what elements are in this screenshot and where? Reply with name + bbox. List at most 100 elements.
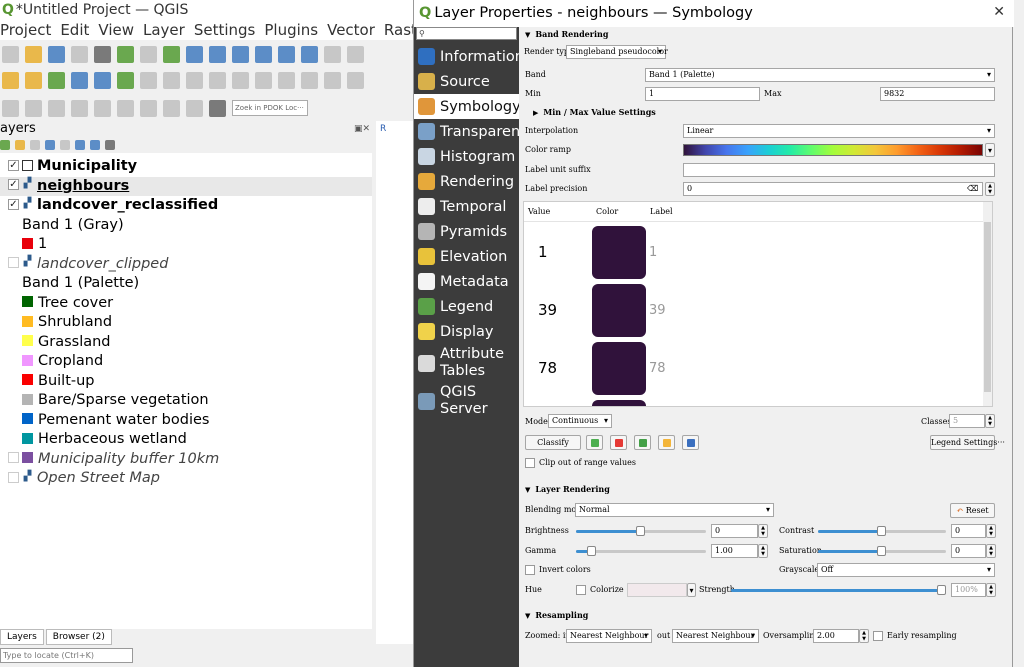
legend-settings-button[interactable]: Legend Settings··· [930, 435, 1005, 450]
slider-handle[interactable] [877, 546, 886, 556]
mode-select[interactable]: Continuous [548, 414, 612, 428]
colorize-color-button[interactable] [627, 583, 687, 597]
interpolation-select[interactable]: Linear [683, 124, 995, 138]
layer-row-open-street-map[interactable]: ▞ Open Street Map [0, 469, 372, 489]
save-edits-icon[interactable] [186, 71, 203, 89]
strength-spin[interactable]: ▲ ▼ [986, 583, 996, 597]
layer-row-landcover-reclassified[interactable]: ▞ landcover_reclassified [0, 196, 372, 216]
paste-feature-icon[interactable] [347, 71, 364, 89]
clear-icon[interactable]: ⌫ [967, 183, 978, 195]
sidebar-item-qgis-server[interactable]: QGIS Server [414, 382, 519, 420]
open-project-icon[interactable] [25, 45, 42, 63]
class-value[interactable]: 1 [538, 224, 548, 281]
sidebar-item-elevation[interactable]: Elevation [414, 244, 519, 269]
data-source-manager-icon[interactable] [2, 71, 19, 89]
contrast-input[interactable]: 0 [951, 524, 986, 538]
slider-handle[interactable] [877, 526, 886, 536]
colorize-checkbox[interactable] [576, 585, 586, 595]
filter-legend-icon[interactable] [45, 140, 55, 150]
layer-row-municipality-buffer[interactable]: Municipality buffer 10km [0, 450, 372, 470]
cut-feature-icon[interactable] [301, 71, 318, 89]
slider-handle[interactable] [636, 526, 645, 536]
saturation-input[interactable]: 0 [951, 544, 986, 558]
color-dropdown[interactable]: ▾ [687, 583, 696, 597]
sidebar-item-temporal[interactable]: Temporal [414, 194, 519, 219]
menu-view[interactable]: View [98, 20, 134, 40]
sidebar-search-input[interactable]: ⚲ [416, 27, 517, 40]
sidebar-item-pyramids[interactable]: Pyramids [414, 219, 519, 244]
menu-settings[interactable]: Settings [194, 20, 256, 40]
sidebar-item-rendering[interactable]: Rendering [414, 169, 519, 194]
pan-to-selection-icon[interactable] [163, 45, 180, 63]
strength-input[interactable]: 100% [951, 583, 986, 597]
panel-close-icon[interactable]: ▣✕ [354, 121, 370, 137]
classes-input[interactable]: 5 [949, 414, 985, 428]
slider-handle[interactable] [937, 585, 946, 595]
style-panel-icon[interactable] [0, 140, 10, 150]
oversampling-spin[interactable]: ▲ ▼ [859, 629, 869, 643]
classes-spin[interactable]: ▲ ▼ [985, 414, 995, 428]
move-feature-icon[interactable] [255, 71, 272, 89]
saturation-slider[interactable] [818, 544, 946, 558]
sidebar-item-information[interactable]: Information [414, 44, 519, 69]
load-colormap-button[interactable] [658, 435, 675, 450]
band-select[interactable]: Band 1 (Palette) [645, 68, 995, 82]
select-by-value-icon[interactable] [48, 99, 65, 117]
menu-vector[interactable]: Vector [327, 20, 375, 40]
zoom-next-icon[interactable] [347, 45, 364, 63]
brightness-spin[interactable]: ▲ ▼ [758, 524, 768, 538]
layer-row-municipality[interactable]: Municipality [0, 157, 372, 177]
reverse-values-button[interactable] [634, 435, 651, 450]
layer-visibility-checkbox[interactable] [8, 179, 19, 190]
zoom-last-icon[interactable] [324, 45, 341, 63]
copy-feature-icon[interactable] [324, 71, 341, 89]
table-row[interactable] [524, 398, 984, 406]
gamma-spin[interactable]: ▲ ▼ [758, 544, 768, 558]
annotation-icon[interactable] [186, 99, 203, 117]
add-vector-icon[interactable] [48, 71, 65, 89]
clip-range-checkbox[interactable] [525, 458, 535, 468]
layout-manager-icon[interactable] [94, 45, 111, 63]
layer-visibility-checkbox[interactable] [8, 471, 19, 483]
class-value[interactable]: 78 [538, 340, 557, 397]
gamma-slider[interactable] [576, 544, 706, 558]
reset-button[interactable]: ↶ Reset [950, 503, 995, 518]
unit-suffix-input[interactable] [683, 163, 995, 177]
filter-expression-icon[interactable] [60, 140, 70, 150]
max-input[interactable]: 9832 [880, 87, 995, 101]
column-header-label[interactable]: Label [650, 202, 673, 222]
vertex-tool-icon[interactable] [232, 71, 249, 89]
invert-colors-checkbox[interactable] [525, 565, 535, 575]
layer-rendering-header[interactable]: ▼ Layer Rendering [521, 482, 1012, 496]
sidebar-item-attribute-tables[interactable]: Attribute Tables [414, 344, 519, 382]
save-project-icon[interactable] [48, 45, 65, 63]
class-color-swatch[interactable] [592, 342, 646, 395]
column-header-color[interactable]: Color [596, 202, 618, 222]
remove-layer-icon[interactable] [105, 140, 115, 150]
sidebar-item-symbology[interactable]: Symbology [414, 94, 519, 119]
menu-edit[interactable]: Edit [60, 20, 89, 40]
add-mesh-icon[interactable] [94, 71, 111, 89]
slider-handle[interactable] [587, 546, 596, 556]
deselect-icon[interactable] [71, 99, 88, 117]
contrast-slider[interactable] [818, 524, 946, 538]
scrollbar-thumb[interactable] [984, 222, 991, 392]
manage-map-themes-icon[interactable] [30, 140, 40, 150]
color-ramp-button[interactable] [683, 144, 983, 156]
sidebar-item-legend[interactable]: Legend [414, 294, 519, 319]
sidebar-item-display[interactable]: Display [414, 319, 519, 344]
layer-row-landcover-clipped[interactable]: ▞ landcover_clipped [0, 255, 372, 275]
zoomed-in-select[interactable]: Nearest Neighbour [566, 629, 652, 643]
saturation-spin[interactable]: ▲ ▼ [986, 544, 996, 558]
classify-button[interactable]: Classify [525, 435, 581, 450]
sidebar-item-transparency[interactable]: Transparency [414, 119, 519, 144]
edit-pencil-icon[interactable] [163, 71, 180, 89]
class-color-swatch[interactable] [592, 226, 646, 279]
menu-plugins[interactable]: Plugins [264, 20, 318, 40]
menu-project[interactable]: Project [0, 20, 51, 40]
remove-value-button[interactable] [610, 435, 627, 450]
class-label[interactable]: 78 [649, 340, 666, 397]
brightness-input[interactable]: 0 [711, 524, 758, 538]
class-value[interactable]: 39 [538, 282, 557, 339]
tab-browser[interactable]: Browser (2) [45, 629, 112, 645]
